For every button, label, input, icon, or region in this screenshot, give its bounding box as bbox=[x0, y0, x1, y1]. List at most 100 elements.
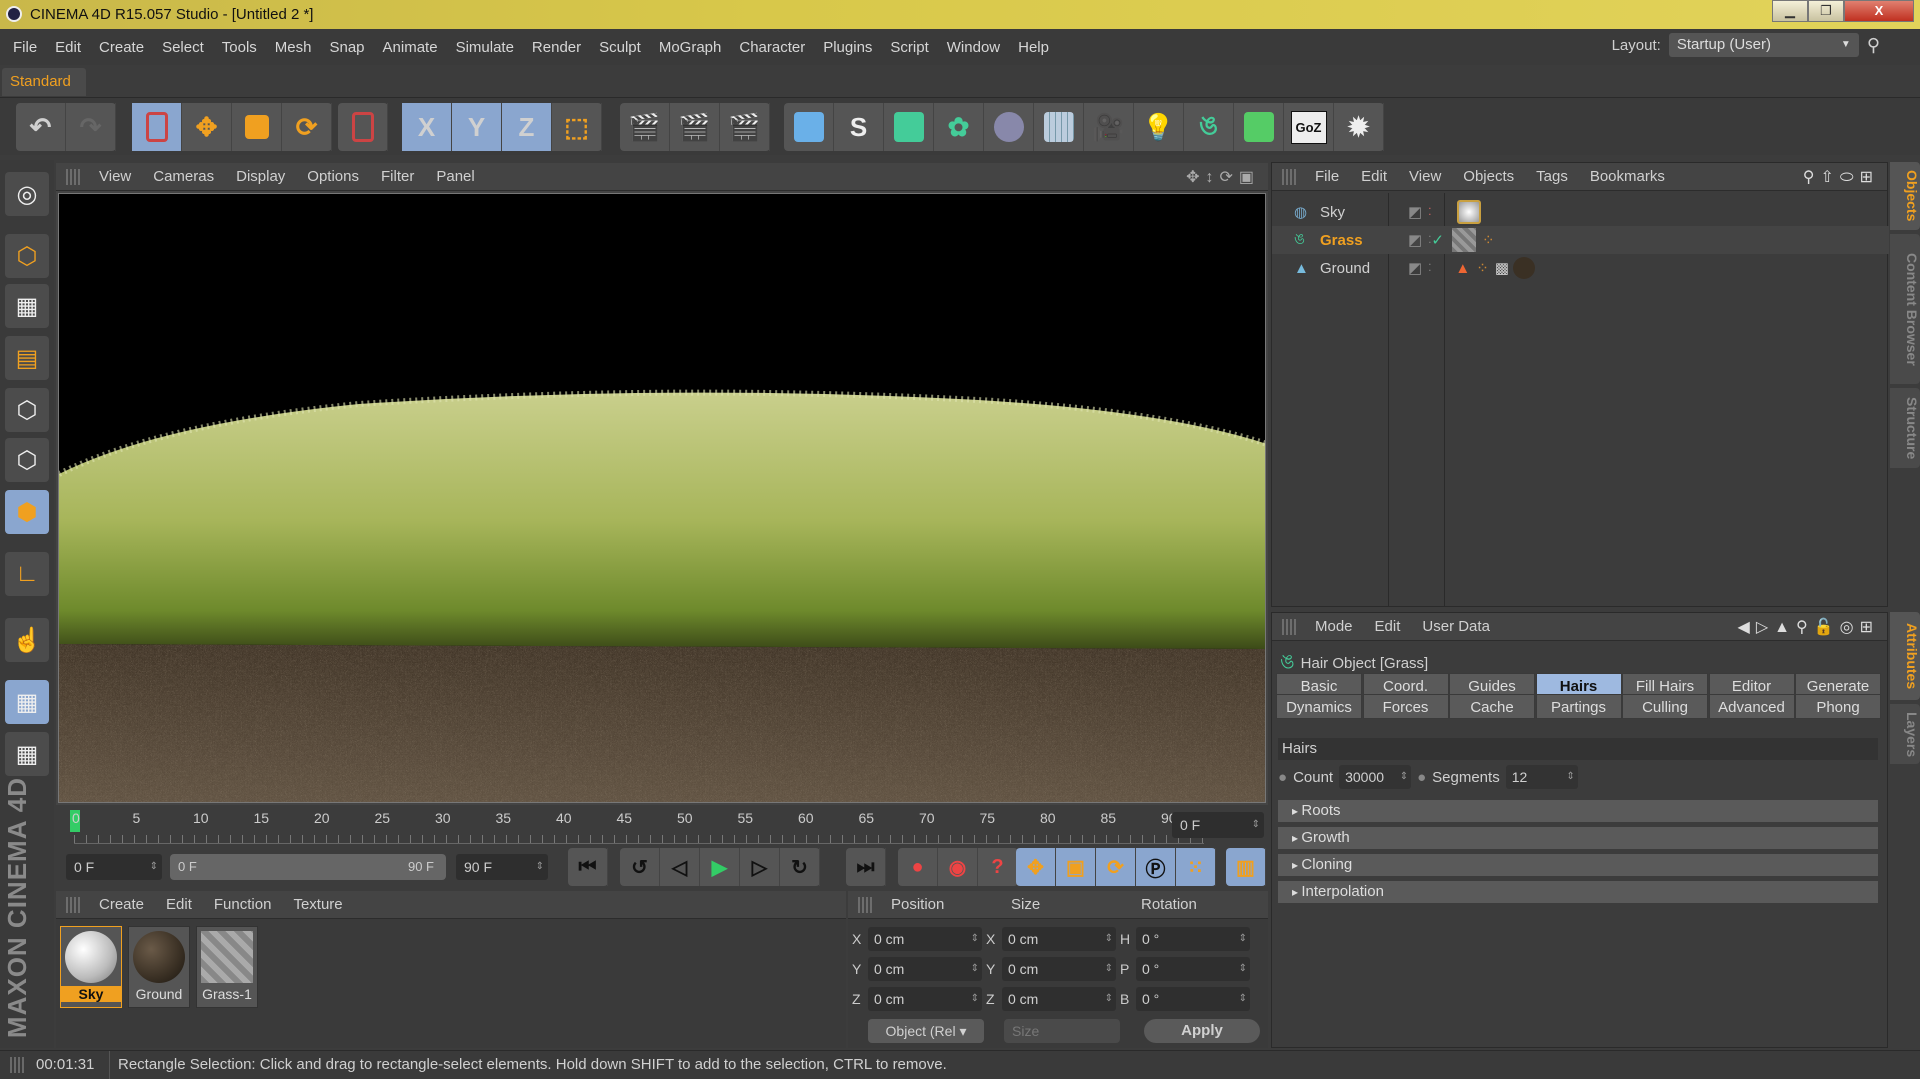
timeline-ruler[interactable]: 0 5 10 15 20 25 30 35 40 45 50 55 60 65 70 75 80 85 90 0 F bbox=[56, 806, 1268, 846]
side-tab-objects[interactable]: Objects bbox=[1890, 162, 1920, 230]
x-axis-lock-icon[interactable]: X bbox=[402, 103, 452, 151]
model-mode-icon[interactable]: ⬡ bbox=[5, 234, 49, 278]
subdivision-surface-icon[interactable] bbox=[884, 103, 934, 151]
count-input[interactable]: 30000 bbox=[1339, 765, 1412, 789]
size-x-field[interactable]: 0 cm bbox=[1002, 927, 1116, 951]
rotation-p-field[interactable]: 0 ° bbox=[1136, 957, 1250, 981]
menu-character[interactable]: Character bbox=[730, 39, 814, 56]
coordinate-mode-dropdown[interactable]: Object (Rel ▾ bbox=[868, 1019, 984, 1043]
attribute-navigation-icons[interactable]: ◀▷▲⚲🔓◎⊞ bbox=[1738, 617, 1879, 637]
previous-key-icon[interactable]: ↺ bbox=[620, 848, 660, 886]
menu-plugins[interactable]: Plugins bbox=[814, 39, 881, 56]
ground-texture-tag[interactable] bbox=[1513, 257, 1535, 279]
layout-dropdown[interactable]: Startup (User) bbox=[1668, 33, 1859, 57]
size-y-field[interactable]: 0 cm bbox=[1002, 957, 1116, 981]
menu-window[interactable]: Window bbox=[938, 39, 1009, 56]
layer-toggle-icon[interactable]: ◩ bbox=[1408, 203, 1422, 221]
attributes-menu-user-data[interactable]: User Data bbox=[1411, 618, 1501, 635]
side-tab-content-browser[interactable]: Content Browser bbox=[1890, 234, 1920, 384]
play-icon[interactable]: ▶ bbox=[700, 848, 740, 886]
rotation-b-field[interactable]: 0 ° bbox=[1136, 987, 1250, 1011]
object-row-sky[interactable]: ◍ Sky ◩ ⁚ bbox=[1272, 198, 1889, 226]
axis-mode-icon[interactable]: ∟ bbox=[5, 552, 49, 596]
tweak-mode-icon[interactable]: ☝ bbox=[5, 618, 49, 662]
material-sky[interactable]: Sky bbox=[60, 926, 122, 1008]
layer-toggle-icon[interactable]: ◩ bbox=[1408, 231, 1422, 249]
camera-icon[interactable]: 🎥 bbox=[1084, 103, 1134, 151]
side-tab-layers[interactable]: Layers bbox=[1890, 704, 1920, 764]
side-tab-structure[interactable]: Structure bbox=[1890, 388, 1920, 468]
object-name[interactable]: Ground bbox=[1320, 260, 1388, 277]
move-icon[interactable]: ✥ bbox=[182, 103, 232, 151]
attr-tab-culling[interactable]: Culling bbox=[1622, 694, 1708, 719]
menu-file[interactable]: File bbox=[4, 39, 46, 56]
auto-keying-icon[interactable]: ◉ bbox=[938, 848, 978, 886]
grip-icon[interactable] bbox=[858, 896, 874, 913]
viewport-menu-view[interactable]: View bbox=[88, 168, 142, 185]
object-row-ground[interactable]: ▲ Ground ◩ ⁚ ▲ ⁘ ▩ bbox=[1272, 254, 1889, 282]
attr-tab-cache[interactable]: Cache bbox=[1449, 694, 1535, 719]
segments-input[interactable]: 12 bbox=[1505, 765, 1578, 789]
attr-tab-advanced[interactable]: Advanced bbox=[1708, 694, 1795, 719]
grip-icon[interactable] bbox=[1282, 168, 1298, 185]
objects-menu-edit[interactable]: Edit bbox=[1350, 168, 1398, 185]
group-cloning[interactable]: Cloning bbox=[1278, 854, 1878, 876]
timeline-window-icon[interactable]: ▥ bbox=[1226, 848, 1266, 886]
hair-icon[interactable]: ঙ bbox=[1184, 103, 1234, 151]
viewport-menu-options[interactable]: Options bbox=[296, 168, 370, 185]
grip-icon[interactable] bbox=[1282, 618, 1298, 635]
frame-range-slider[interactable]: 0 F 90 F bbox=[170, 854, 446, 880]
position-y-field[interactable]: 0 cm bbox=[868, 957, 982, 981]
objects-menu-objects[interactable]: Objects bbox=[1452, 168, 1525, 185]
next-key-icon[interactable]: ↻ bbox=[780, 848, 820, 886]
position-x-field[interactable]: 0 cm bbox=[868, 927, 982, 951]
layer-toggle-icon[interactable]: ◩ bbox=[1408, 259, 1422, 277]
grass-tool-icon[interactable] bbox=[1234, 103, 1284, 151]
menu-mograph[interactable]: MoGraph bbox=[650, 39, 731, 56]
start-frame-field[interactable]: 0 F bbox=[66, 854, 162, 880]
key-position-icon[interactable]: ✥ bbox=[1016, 848, 1056, 886]
attributes-menu-mode[interactable]: Mode bbox=[1304, 618, 1364, 635]
coordinate-system-icon[interactable]: ⬚ bbox=[552, 103, 602, 151]
count-animate-radio[interactable]: ● bbox=[1278, 769, 1287, 786]
menu-select[interactable]: Select bbox=[153, 39, 213, 56]
object-row-grass[interactable]: ঙ Grass ◩ ⁚ ✓ ⁘ bbox=[1272, 226, 1889, 254]
cube-icon[interactable] bbox=[784, 103, 834, 151]
snap-icon[interactable]: ▦ bbox=[5, 680, 49, 724]
objects-menu-bookmarks[interactable]: Bookmarks bbox=[1579, 168, 1676, 185]
grip-icon[interactable] bbox=[66, 896, 82, 913]
floor-icon[interactable] bbox=[1034, 103, 1084, 151]
segments-animate-radio[interactable]: ● bbox=[1417, 769, 1426, 786]
next-frame-icon[interactable]: ▷ bbox=[740, 848, 780, 886]
rotate-icon[interactable]: ⟳ bbox=[282, 103, 332, 151]
enabled-check-icon[interactable]: ✓ bbox=[1431, 231, 1444, 249]
menu-sculpt[interactable]: Sculpt bbox=[590, 39, 650, 56]
render-picture-viewer-icon[interactable]: 🎬 bbox=[670, 103, 720, 151]
attr-tab-phong[interactable]: Phong bbox=[1795, 694, 1881, 719]
viewport-menu-cameras[interactable]: Cameras bbox=[142, 168, 225, 185]
y-axis-lock-icon[interactable]: Y bbox=[452, 103, 502, 151]
menu-mesh[interactable]: Mesh bbox=[266, 39, 321, 56]
attr-tab-partings[interactable]: Partings bbox=[1535, 694, 1622, 719]
points-mode-icon[interactable]: ⬡ bbox=[5, 388, 49, 432]
attributes-menu-edit[interactable]: Edit bbox=[1364, 618, 1412, 635]
objects-menu-view[interactable]: View bbox=[1398, 168, 1452, 185]
recent-tool-icon[interactable] bbox=[338, 103, 388, 151]
end-frame-field[interactable]: 90 F bbox=[456, 854, 548, 880]
go-to-start-icon[interactable]: ⏮ bbox=[568, 848, 608, 886]
menu-snap[interactable]: Snap bbox=[320, 39, 373, 56]
material-menu-texture[interactable]: Texture bbox=[282, 896, 353, 913]
locked-workplane-icon[interactable]: ▦ bbox=[5, 732, 49, 776]
visibility-dots-icon[interactable]: ⁚ bbox=[1428, 263, 1431, 274]
minimize-button[interactable]: ▁ bbox=[1772, 0, 1808, 22]
group-interpolation[interactable]: Interpolation bbox=[1278, 881, 1878, 903]
key-pla-icon[interactable]: ⁙ bbox=[1176, 848, 1216, 886]
goz-icon[interactable]: GoZ bbox=[1284, 103, 1334, 151]
maximize-button[interactable]: ❐ bbox=[1808, 0, 1844, 22]
scale-icon[interactable] bbox=[232, 103, 282, 151]
material-ground[interactable]: Ground bbox=[128, 926, 190, 1008]
material-menu-create[interactable]: Create bbox=[88, 896, 155, 913]
keyframe-selection-icon[interactable]: ? bbox=[978, 848, 1018, 886]
viewport-menu-filter[interactable]: Filter bbox=[370, 168, 425, 185]
position-z-field[interactable]: 0 cm bbox=[868, 987, 982, 1011]
